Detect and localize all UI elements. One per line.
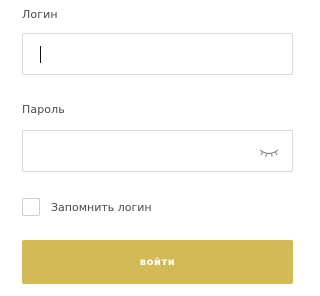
login-field-container (22, 33, 293, 75)
remember-login-checkbox[interactable] (22, 198, 40, 216)
password-label: Пароль (22, 103, 65, 116)
remember-login-label: Запомнить логин (51, 200, 152, 214)
password-field-container (22, 130, 293, 172)
remember-login-row[interactable]: Запомнить логин (22, 197, 152, 217)
login-form: Логин Пароль Запомнить логин войти (0, 0, 307, 296)
text-cursor (40, 46, 41, 63)
login-label: Логин (22, 8, 58, 21)
login-input[interactable] (23, 34, 292, 74)
password-input[interactable] (23, 131, 292, 171)
closed-eye-icon[interactable] (258, 144, 280, 160)
login-submit-button[interactable]: войти (22, 240, 293, 284)
